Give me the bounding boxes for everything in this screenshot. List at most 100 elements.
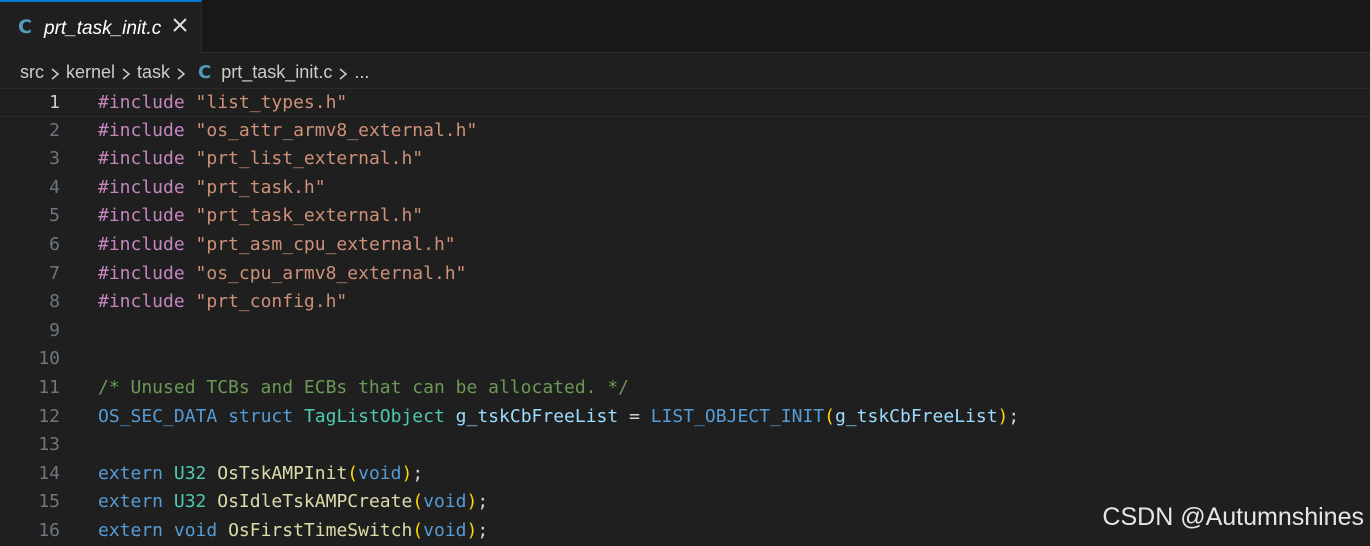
code-token: #include [98,291,185,313]
code-token: LIST_OBJECT_INIT [650,405,825,427]
c-file-icon: C [18,16,32,38]
code-token: OsTskAMPInit [217,462,348,484]
code-token: #include [98,92,185,113]
breadcrumb-file[interactable]: prt_task_init.c [221,62,332,83]
line-number: 13 [38,434,60,456]
code-token: "prt_asm_cpu_external.h" [195,234,456,255]
line-number: 15 [38,491,60,513]
code-token: OsFirstTimeSwitch [228,520,413,541]
code-token: extern [98,491,164,513]
code-line[interactable]: 1 #include "list_types.h" [0,88,1370,117]
line-code[interactable]: #include "prt_list_external.h" [98,145,423,174]
code-token: U32 [173,462,207,484]
code-token: OsIdleTskAMPCreate [217,491,413,513]
line-code[interactable]: #include "prt_config.h" [98,288,347,317]
code-line[interactable]: 10 [0,345,1370,374]
line-code[interactable]: extern U32 OsTskAMPInit(void); [98,460,423,489]
line-code[interactable]: #include "list_types.h" [98,89,347,118]
code-token: ; [477,491,489,513]
close-icon[interactable] [170,15,190,35]
code-token: #include [98,148,185,170]
code-line[interactable]: 14 extern U32 OsTskAMPInit(void); [0,460,1370,489]
line-code[interactable]: #include "prt_asm_cpu_external.h" [98,231,456,260]
breadcrumb-symbols[interactable]: ... [354,62,369,83]
code-token: "list_types.h" [195,92,348,113]
code-token: OS_SEC_DATA [98,405,218,427]
code-line[interactable]: 2 #include "os_attr_armv8_external.h" [0,117,1370,146]
code-token: "prt_list_external.h" [195,148,424,170]
code-token: ( [347,462,359,484]
line-number: 5 [49,205,60,227]
breadcrumb-task[interactable]: task [137,62,170,83]
tab-bar: C prt_task_init.c [0,0,1370,53]
code-token: TagListObject [303,405,445,427]
code-token: U32 [173,491,207,513]
code-editor[interactable]: 1 #include "list_types.h" 2 #include "os_at… [0,88,1370,541]
line-number: 2 [49,119,60,141]
line-number: 4 [49,176,60,198]
code-line[interactable]: 5 #include "prt_task_external.h" [0,202,1370,231]
line-code[interactable]: OS_SEC_DATA struct TagListObject g_tskCb… [98,403,1019,432]
line-number: 9 [49,319,60,341]
code-token: "prt_config.h" [195,291,348,313]
tab-title[interactable]: prt_task_init.c [44,18,161,40]
line-code[interactable]: #include "prt_task_external.h" [98,202,423,231]
code-token: g_tskCbFreeList [455,405,619,427]
code-token: /* Unused TCBs and ECBs that can be allo… [98,377,630,398]
line-code[interactable]: /* Unused TCBs and ECBs that can be allo… [98,374,629,403]
code-token: ( [412,491,424,513]
breadcrumb-kernel[interactable]: kernel [66,62,115,83]
code-line[interactable]: 13 [0,431,1370,460]
code-line[interactable]: 6 #include "prt_asm_cpu_external.h" [0,231,1370,260]
chevron-right-icon [119,65,133,80]
code-token: "os_attr_armv8_external.h" [195,119,478,141]
code-line[interactable]: 8 #include "prt_config.h" [0,288,1370,317]
code-line[interactable]: 3 #include "prt_list_external.h" [0,145,1370,174]
watermark: CSDN @Autumnshines [1102,503,1364,531]
line-number: 14 [38,462,60,484]
code-token: extern [98,462,164,484]
code-token: ; [477,520,489,541]
code-token: "prt_task.h" [195,176,326,198]
code-line[interactable]: 9 [0,317,1370,346]
code-token: void [173,520,218,541]
code-line[interactable]: 4 #include "prt_task.h" [0,174,1370,203]
code-token: #include [98,205,185,227]
code-line[interactable]: 11 /* Unused TCBs and ECBs that can be al… [0,374,1370,403]
line-number: 11 [38,377,60,398]
code-line[interactable]: 7 #include "os_cpu_armv8_external.h" [0,260,1370,289]
chevron-right-icon [336,65,350,80]
line-code[interactable]: extern void OsFirstTimeSwitch(void); [98,517,488,546]
code-token: #include [98,234,185,255]
breadcrumb-src[interactable]: src [20,62,44,83]
line-number: 3 [49,148,60,170]
code-token: = [618,405,651,427]
code-line[interactable]: 12 OS_SEC_DATA struct TagListObject g_tsk… [0,403,1370,432]
line-code[interactable]: #include "os_cpu_armv8_external.h" [98,260,466,289]
line-code[interactable]: extern U32 OsIdleTskAMPCreate(void); [98,488,488,517]
code-token: void [423,520,467,541]
code-token: g_tskCbFreeList [834,405,998,427]
line-code[interactable]: #include "prt_task.h" [98,174,326,203]
code-token: void [358,462,402,484]
code-token: #include [98,119,185,141]
breadcrumb: src kernel task C prt_task_init.c ... [20,60,369,84]
line-code[interactable]: #include "os_attr_armv8_external.h" [98,117,477,146]
line-number: 12 [38,405,60,427]
editor-tab-active[interactable]: C prt_task_init.c [0,0,202,53]
